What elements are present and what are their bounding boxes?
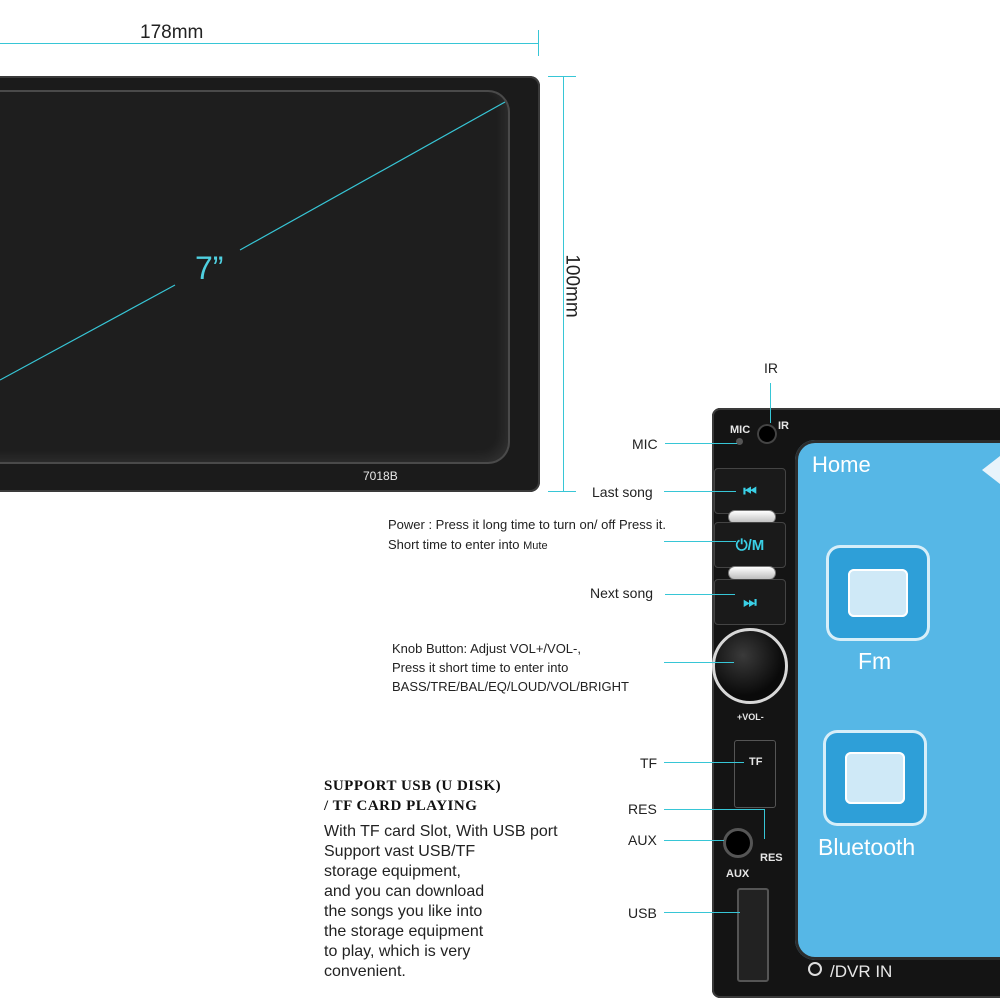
knob-callout-line2: Press it short time to enter into xyxy=(392,660,569,675)
width-dimension-tick xyxy=(538,30,539,56)
tf-slot[interactable] xyxy=(734,740,776,808)
last-song-callout: Last song xyxy=(592,484,653,500)
support-body-line: With TF card Slot, With USB port xyxy=(324,823,558,840)
height-label: 100mm xyxy=(561,254,583,318)
support-body-line: the storage equipment xyxy=(324,923,484,940)
dvr-label: /DVR IN xyxy=(830,962,893,981)
support-body-line: to play, which is very xyxy=(324,943,471,960)
speaker-icon xyxy=(982,456,1000,484)
support-title-line2: / TF CARD PLAYING xyxy=(324,798,478,814)
camera-icon xyxy=(808,962,822,976)
knob-callout-line3: BASS/TRE/BAL/EQ/LOUD/VOL/BRIGHT xyxy=(392,679,629,694)
support-body: With TF card Slot, With USB port Support… xyxy=(324,822,558,982)
usb-port[interactable] xyxy=(737,888,769,982)
last-song-leader xyxy=(664,491,736,492)
power-leader xyxy=(664,541,736,542)
radio-icon xyxy=(848,569,908,617)
aux-leader xyxy=(664,840,724,841)
res-callout: RES xyxy=(628,801,657,817)
next-song-callout: Next song xyxy=(590,585,654,601)
device-mic-label: MIC xyxy=(730,424,751,436)
height-dimension-tick-bottom xyxy=(548,491,576,492)
power-callout-line1: Power : Press it long time to turn on/ o… xyxy=(388,517,666,532)
knob-leader xyxy=(664,662,734,663)
home-title: Home xyxy=(812,452,871,477)
diagonal-line xyxy=(0,101,506,381)
phone-bluetooth-icon xyxy=(845,752,905,804)
power-callout-line2: Short time to enter into Mute xyxy=(388,535,548,556)
previous-icon: ⏮ xyxy=(743,482,757,500)
support-body-line: and you can download xyxy=(324,883,485,900)
tf-slot-label: TF xyxy=(749,756,763,768)
ir-callout: IR xyxy=(764,360,778,376)
height-dimension-tick-top xyxy=(548,76,576,77)
knob-callout-line1: Knob Button: Adjust VOL+/VOL-, xyxy=(392,641,581,656)
mic-callout: MIC xyxy=(632,436,658,452)
diagonal-label: 7” xyxy=(195,250,224,286)
usb-leader xyxy=(664,912,740,913)
res-leader-drop xyxy=(764,809,765,839)
aux-port[interactable] xyxy=(723,828,753,858)
res-leader xyxy=(664,809,764,810)
width-dimension-line xyxy=(0,43,538,44)
aux-port-label: AUX xyxy=(726,868,750,880)
lcd-screen xyxy=(795,440,1000,960)
mic-hole-icon xyxy=(736,438,743,445)
vol-label: +VOL- xyxy=(737,712,764,722)
support-body-line: Support vast USB/TF xyxy=(324,843,476,860)
next-song-leader xyxy=(665,594,735,595)
fm-app-tile[interactable] xyxy=(826,545,930,641)
usb-callout: USB xyxy=(628,905,657,921)
support-body-line: the songs you like into xyxy=(324,903,483,920)
power-mode-button[interactable]: ⏻/M xyxy=(714,522,786,568)
support-body-line: storage equipment, xyxy=(324,863,461,880)
res-slot-label: RES xyxy=(760,852,783,864)
aux-callout: AUX xyxy=(628,832,657,848)
model-label: 7018B xyxy=(363,469,398,483)
tf-leader xyxy=(664,762,744,763)
mic-leader xyxy=(665,443,737,444)
lower-pill-button[interactable] xyxy=(728,566,776,580)
bluetooth-app-tile[interactable] xyxy=(823,730,927,826)
fm-app-label: Fm xyxy=(858,648,892,674)
power-mode-label: ⏻/M xyxy=(735,536,765,554)
width-label: 178mm xyxy=(140,22,204,43)
tf-callout: TF xyxy=(640,755,658,771)
power-mute-text: Mute xyxy=(523,540,548,552)
device-ir-label: IR xyxy=(778,420,789,432)
power-callout-text: Short time to enter into xyxy=(388,537,520,552)
ir-sensor-icon xyxy=(757,424,777,444)
ir-leader xyxy=(770,383,771,423)
next-icon: ⏭ xyxy=(743,593,757,611)
next-song-button[interactable]: ⏭ xyxy=(714,579,786,625)
volume-knob[interactable] xyxy=(712,628,788,704)
support-title-line1: SUPPORT USB (U DISK) xyxy=(324,778,502,794)
support-body-line: convenient. xyxy=(324,963,406,980)
bluetooth-app-label: Bluetooth xyxy=(818,834,916,860)
